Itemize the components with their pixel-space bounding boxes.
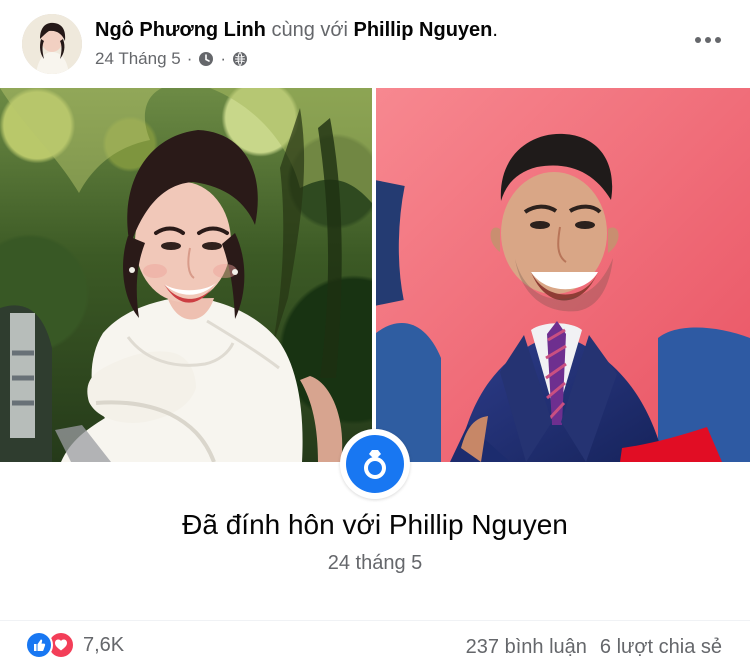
author-avatar-image (22, 14, 82, 74)
shares-count[interactable]: 6 lượt chia sẻ (600, 633, 722, 661)
meta-separator: · (186, 49, 193, 68)
engagement-stats: 237 bình luận 6 lượt chia sẻ (466, 633, 722, 661)
like-icon (25, 631, 53, 659)
more-options-icon (695, 37, 701, 43)
author-portrait-photo (0, 88, 372, 462)
comments-count[interactable]: 237 bình luận (466, 633, 587, 661)
reaction-count: 7,6K (83, 634, 125, 656)
with-text: cùng với (271, 19, 348, 41)
author-avatar[interactable] (22, 14, 82, 74)
ring-icon (346, 435, 404, 493)
post-footer: 7,6K 237 bình luận 6 lượt chia sẻ (0, 620, 750, 668)
life-event-photos (0, 88, 750, 462)
globe-icon[interactable] (232, 51, 248, 67)
life-event-title: Đã đính hôn với Phillip Nguyen (182, 509, 568, 540)
author-line-period: . (492, 19, 498, 41)
more-options-button[interactable] (690, 28, 726, 52)
facebook-post: Ngô Phương Linh cùng với Phillip Nguyen.… (0, 0, 750, 668)
post-author-line: Ngô Phương Linh cùng với Phillip Nguyen. (95, 17, 498, 43)
more-options-icon (715, 37, 721, 43)
meta-separator: · (220, 49, 227, 68)
author-name[interactable]: Ngô Phương Linh (95, 19, 266, 41)
photo-tagged-person[interactable] (376, 88, 750, 462)
post-header: Ngô Phương Linh cùng với Phillip Nguyen.… (0, 0, 750, 88)
tagged-person-portrait-photo (376, 88, 750, 462)
post-meta: 24 Tháng 5 · · (95, 48, 248, 70)
post-date[interactable]: 24 Tháng 5 (95, 48, 181, 70)
life-event-badge (340, 429, 410, 499)
reaction-summary[interactable]: 7,6K (25, 631, 124, 659)
photo-author[interactable] (0, 88, 372, 462)
tagged-person-name[interactable]: Phillip Nguyen (354, 19, 493, 41)
life-event-date: 24 tháng 5 (327, 552, 423, 574)
clock-icon (198, 51, 214, 67)
more-options-icon (705, 37, 711, 43)
